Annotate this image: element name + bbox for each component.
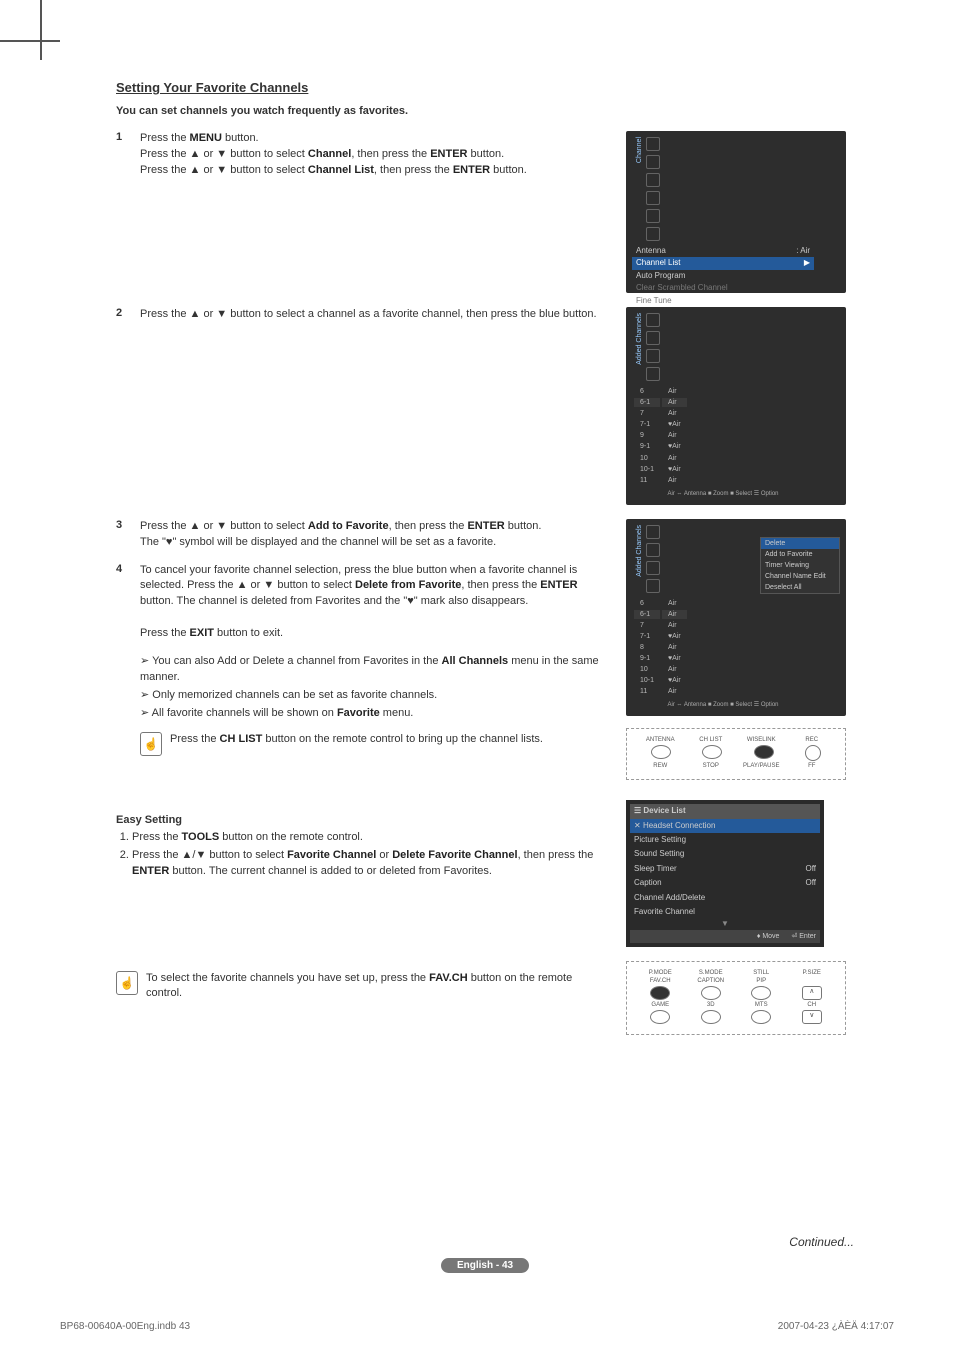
tip-text: Press the CH LIST button on the remote c… bbox=[170, 732, 606, 747]
section-title: Setting Your Favorite Channels bbox=[116, 80, 854, 95]
remote-diagram-1: ANTENNACH LISTWISELINKREC REWSTOPPLAY/PA… bbox=[626, 728, 846, 780]
remote-diagram-2: P.MODES.MODESTILLP.SIZE FAV.CHCAPTIONPIP… bbox=[626, 961, 846, 1035]
step-body: Press the ▲ or ▼ button to select Add to… bbox=[140, 519, 606, 551]
heart-icon bbox=[646, 561, 660, 575]
note-list: You can also Add or Delete a channel fro… bbox=[140, 654, 606, 722]
footer-file: BP68-00640A-00Eng.indb 43 bbox=[60, 1321, 190, 1332]
osd-channel-list-popup: Added Channels 6Air6-1Air7Air7-1♥Air8Air… bbox=[626, 519, 846, 717]
continued-text: Continued... bbox=[116, 1235, 854, 1249]
page-number: English - 43 bbox=[116, 1259, 854, 1271]
hand-icon: ☝ bbox=[140, 732, 162, 756]
hand-icon: ☝ bbox=[116, 971, 138, 995]
osd-channel-menu: Channel Antenna: Air Channel List▶ Auto … bbox=[626, 131, 846, 293]
x-icon: ✕ bbox=[634, 821, 643, 830]
step-number: 2 bbox=[116, 307, 140, 323]
easy-setting-head: Easy Setting bbox=[116, 814, 606, 826]
footer-date: 2007-04-23 ¿ÀÈÄ 4:17:07 bbox=[778, 1321, 894, 1332]
intro-text: You can set channels you watch frequentl… bbox=[116, 105, 854, 117]
step-number: 1 bbox=[116, 131, 140, 179]
list-icon bbox=[646, 543, 660, 557]
easy-setting-steps: Press the TOOLS button on the remote con… bbox=[116, 830, 606, 880]
tools-menu: ☰ Device List ✕ Headset Connection Pictu… bbox=[626, 800, 824, 947]
tip-text: To select the favorite channels you have… bbox=[146, 971, 606, 1002]
gear-icon bbox=[646, 579, 660, 593]
menu-icon: ☰ bbox=[634, 806, 643, 815]
osd-channel-list: Added Channels 6Air6-1Air7Air7-1♥Air9Air… bbox=[626, 307, 846, 505]
tv-icon bbox=[646, 525, 660, 539]
step-body: Press the MENU button. Press the ▲ or ▼ … bbox=[140, 131, 606, 179]
step-number: 4 bbox=[116, 563, 140, 643]
step-number: 3 bbox=[116, 519, 140, 551]
step-body: To cancel your favorite channel selectio… bbox=[140, 563, 606, 643]
step-body: Press the ▲ or ▼ button to select a chan… bbox=[140, 307, 606, 323]
